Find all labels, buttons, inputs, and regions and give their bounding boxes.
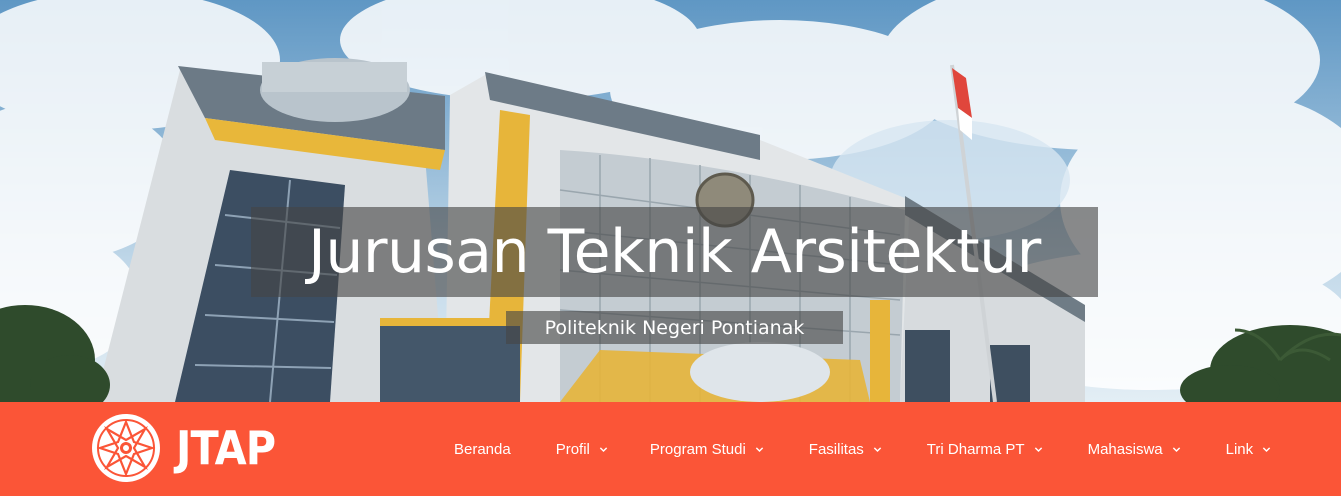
chevron-down-icon — [1262, 446, 1271, 452]
main-navbar: JTAP Beranda Profil Program Studi Fasili… — [0, 402, 1341, 496]
main-menu: Beranda Profil Program Studi Fasilitas T… — [454, 402, 1271, 496]
hero-title: Jurusan Teknik Arsitektur — [251, 207, 1098, 297]
hero-banner: Jurusan Teknik Arsitektur Politeknik Neg… — [0, 0, 1341, 402]
brand-text: JTAP — [176, 421, 276, 475]
brand-home-link[interactable]: JTAP — [90, 412, 286, 484]
hero-subtitle: Politeknik Negeri Pontianak — [506, 311, 843, 344]
chevron-down-icon — [599, 446, 608, 452]
menu-item-label: Program Studi — [649, 440, 746, 458]
menu-item-profil[interactable]: Profil — [556, 441, 608, 458]
menu-item-label: Tri Dharma PT — [926, 440, 1025, 458]
chevron-down-icon — [873, 446, 881, 452]
menu-item-label: Beranda — [454, 440, 511, 458]
menu-item-label: Link — [1225, 440, 1254, 458]
chevron-down-icon — [755, 446, 763, 452]
menu-item-label: Fasilitas — [808, 440, 864, 458]
menu-item-tri-dharma-pt[interactable]: Tri Dharma PT — [927, 441, 1043, 458]
menu-item-beranda[interactable]: Beranda — [454, 441, 511, 458]
menu-item-program-studi[interactable]: Program Studi — [650, 441, 764, 458]
menu-item-link[interactable]: Link — [1226, 441, 1272, 458]
chevron-down-icon — [1034, 446, 1042, 452]
jtap-logo-icon — [92, 414, 160, 482]
menu-item-mahasiswa[interactable]: Mahasiswa — [1088, 441, 1181, 458]
menu-item-fasilitas[interactable]: Fasilitas — [809, 441, 882, 458]
chevron-down-icon — [1172, 446, 1180, 452]
menu-item-label: Mahasiswa — [1087, 440, 1163, 458]
menu-item-label: Profil — [555, 440, 590, 458]
